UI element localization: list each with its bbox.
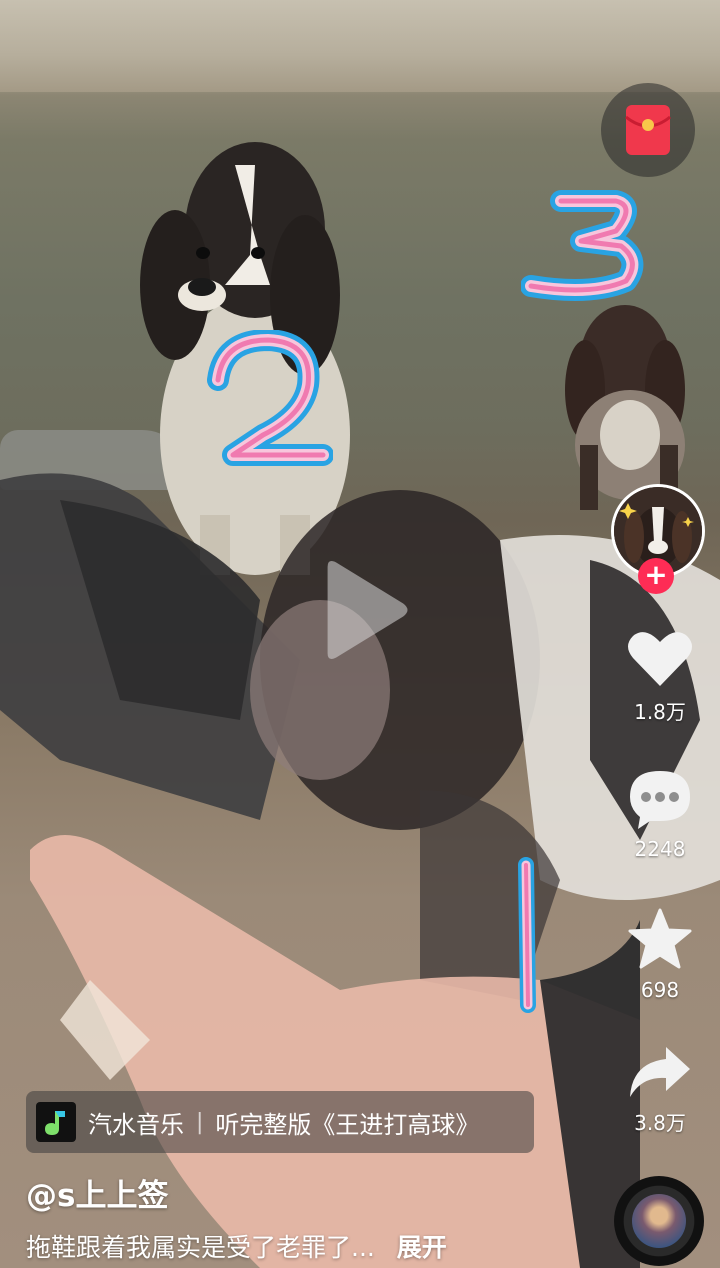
share-button[interactable]: 3.8万 [610,1045,710,1136]
music-note-icon [36,1102,76,1142]
favorite-button[interactable]: 698 [610,908,710,1002]
follow-button[interactable]: + [638,558,674,594]
red-envelope-icon [625,105,671,155]
plus-icon: + [644,558,668,591]
star-icon [628,908,692,969]
music-separator: | [196,1109,204,1135]
music-app-name: 汽水音乐 [88,1110,184,1139]
red-packet-button[interactable] [601,83,695,177]
music-song-text: 听完整版《王进打高球》 [215,1110,480,1139]
post-caption: 拖鞋跟着我属实是受了老罪了... 展开 [26,1228,447,1264]
play-icon[interactable] [306,556,414,664]
caption-text: 拖鞋跟着我属实是受了老罪了... [26,1233,375,1262]
author-username[interactable]: @s上上签 [26,1170,168,1215]
favorite-count: 698 [640,978,680,1002]
comment-count: 2248 [634,837,686,861]
sticker-number-1 [518,857,536,1013]
share-count: 3.8万 [634,1111,686,1135]
music-link[interactable]: 汽水音乐 | 听完整版《王进打高球》 [26,1091,534,1153]
author-avatar-group[interactable]: + [611,484,705,594]
comment-bubble-icon [630,771,690,829]
riverbank [0,0,720,92]
music-disc-cover [632,1194,686,1248]
like-button[interactable]: 1.8万 [610,628,710,725]
heart-icon [628,632,692,686]
music-disc[interactable] [614,1176,704,1266]
like-count: 1.8万 [634,700,686,724]
sticker-number-2 [207,330,333,466]
sticker-number-3 [521,190,644,301]
share-arrow-icon [630,1047,690,1097]
expand-button[interactable]: 展开 [397,1233,447,1262]
comment-button[interactable]: 2248 [610,769,710,861]
